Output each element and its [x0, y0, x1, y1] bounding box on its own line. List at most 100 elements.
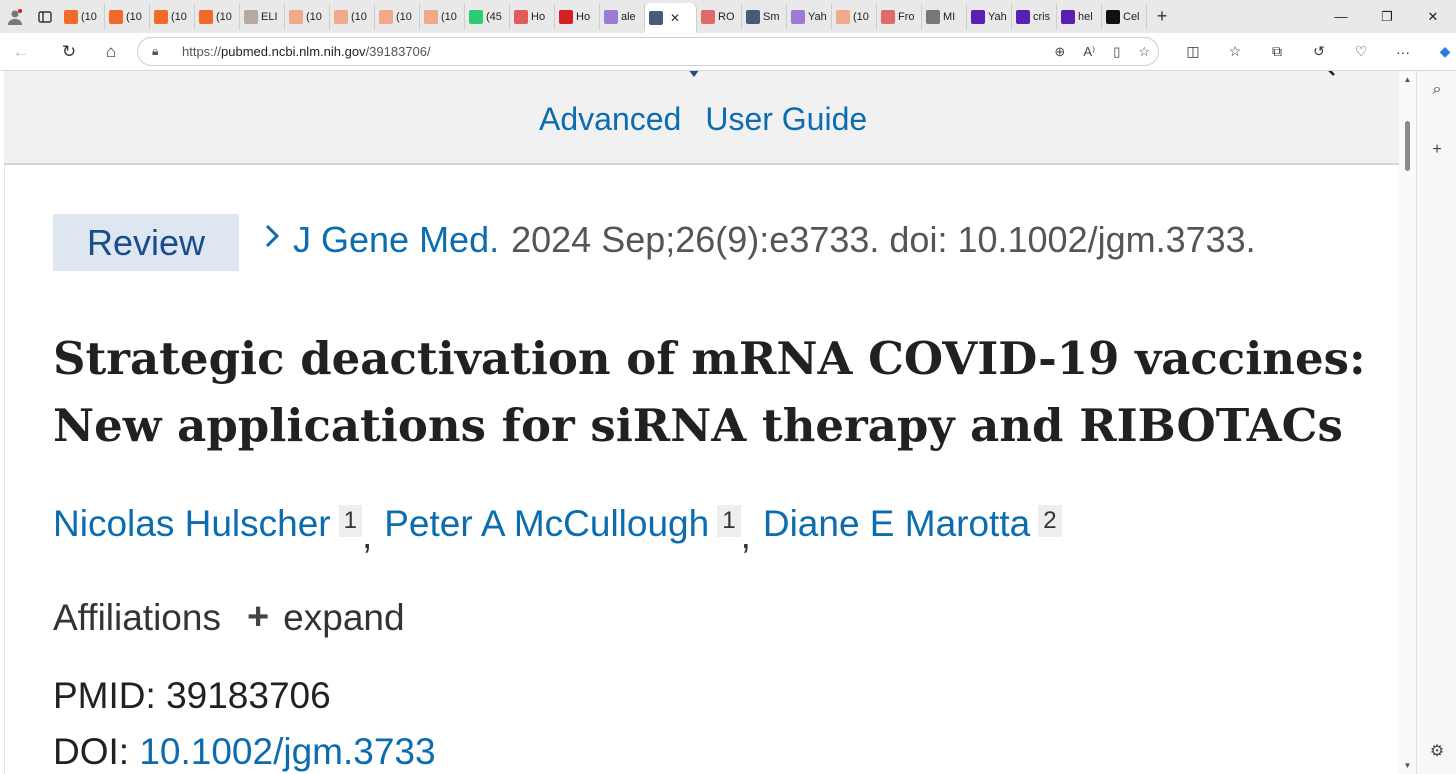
browser-tab[interactable]: (10 — [195, 3, 240, 30]
lock-icon[interactable]: 🔒︎ — [152, 44, 170, 59]
profile-icon[interactable] — [0, 0, 30, 33]
substack-icon — [334, 9, 348, 24]
plus-icon[interactable]: + — [247, 596, 269, 639]
browser-tab[interactable]: hel — [1057, 3, 1102, 30]
browser-tab[interactable]: RO — [697, 3, 742, 30]
history-icon[interactable]: ↺ — [1298, 43, 1340, 60]
title-line-1: Strategic deactivation of mRNA COVID-19 … — [53, 332, 1366, 385]
pmid-line: PMID: 39183706 — [53, 675, 331, 717]
substack-icon — [199, 9, 213, 24]
address-input[interactable]: 🔒︎ https://pubmed.ncbi.nlm.nih.gov/39183… — [137, 37, 1159, 66]
tab-label: Ho — [576, 10, 591, 23]
browser-tab[interactable]: Ho — [510, 3, 555, 30]
tab-label: (10 — [126, 10, 142, 23]
home-button[interactable]: ⌂ — [90, 42, 132, 62]
yahoo-icon — [1016, 9, 1030, 24]
advanced-search-link[interactable]: Advanced — [539, 101, 681, 138]
rumble-icon — [746, 9, 760, 24]
sidebar-settings-icon[interactable]: ⚙ — [1417, 741, 1456, 761]
author-link[interactable]: Diane E Marotta — [763, 503, 1030, 545]
yahoo-icon — [791, 9, 805, 24]
browser-tab[interactable]: (45 — [465, 3, 510, 30]
browser-tab[interactable]: Fro — [877, 3, 922, 30]
citation-text: 2024 Sep;26(9):e3733. doi: 10.1002/jgm.3… — [511, 219, 1256, 260]
browser-tab[interactable]: Cel — [1102, 3, 1147, 30]
user-guide-link[interactable]: User Guide — [705, 101, 867, 138]
affiliation-ref[interactable]: 1 — [717, 505, 741, 537]
author-separator: , — [361, 515, 373, 556]
browser-tab[interactable]: MI — [922, 3, 967, 30]
author-link[interactable]: Peter A McCullough — [384, 503, 709, 545]
browser-tab[interactable]: Yah — [787, 3, 832, 30]
address-bar-row: ← ↻ ⌂ 🔒︎ https://pubmed.ncbi.nlm.nih.gov… — [0, 33, 1456, 71]
close-tab-icon[interactable]: ✕ — [670, 11, 680, 25]
substack-icon — [424, 9, 438, 24]
browser-tab[interactable]: (10 — [330, 3, 375, 30]
journal-link[interactable]: J Gene Med. — [293, 219, 499, 261]
favorites-icon[interactable]: ☆ — [1214, 43, 1256, 60]
author-link[interactable]: Nicolas Hulscher — [53, 503, 331, 545]
citation-line: J Gene Med. 2024 Sep;26(9):e3733. doi: 1… — [263, 219, 1256, 261]
browser-tab[interactable]: ale — [600, 3, 645, 30]
browser-essentials-icon[interactable]: ♡ — [1340, 43, 1382, 60]
browser-tab[interactable]: (10 — [832, 3, 877, 30]
pmid-value: 39183706 — [166, 675, 331, 716]
collections-icon[interactable]: ⧉ — [1256, 43, 1298, 60]
site-header: Advanced User Guide — [4, 71, 1399, 165]
back-button[interactable]: ← — [0, 42, 42, 62]
tab-label: Fro — [898, 10, 915, 23]
tab-label: cris — [1033, 10, 1051, 23]
doi-line: DOI: 10.1002/jgm.3733 — [53, 731, 436, 773]
doi-link[interactable]: 10.1002/jgm.3733 — [139, 731, 435, 772]
browser-tab[interactable]: (10 — [420, 3, 465, 30]
read-aloud-icon[interactable]: A⁾ — [1083, 44, 1095, 60]
browser-tab[interactable]: Yah — [967, 3, 1012, 30]
chevron-right-icon[interactable] — [263, 222, 281, 258]
split-screen-icon[interactable]: ◫ — [1172, 43, 1214, 60]
browser-tab[interactable]: ELI — [240, 3, 285, 30]
tab-label: ELI — [261, 10, 278, 23]
youtube-icon — [701, 9, 715, 24]
scroll-up-icon[interactable]: ▲ — [1399, 75, 1416, 84]
zoom-icon[interactable]: ⊕ — [1054, 44, 1065, 60]
tab-label: (10 — [81, 10, 97, 23]
affiliations-label: Affiliations — [53, 596, 221, 638]
scroll-down-icon[interactable]: ▼ — [1399, 761, 1416, 770]
browser-tab[interactable]: cris — [1012, 3, 1057, 30]
immersive-reader-icon[interactable]: ▯ — [1113, 44, 1120, 60]
close-window-icon[interactable]: ✕ — [1410, 0, 1456, 33]
browser-tab[interactable]: Ho — [555, 3, 600, 30]
page-scrollbar[interactable]: ▲ ▼ — [1399, 71, 1416, 774]
tab-actions-icon[interactable] — [30, 0, 60, 33]
browser-tab[interactable]: (10 — [105, 3, 150, 30]
browser-tab[interactable]: (10 — [60, 3, 105, 30]
tab-strip: (10 (10 (10 (10 ELI (10 (10 (10 (10 (45 Ho Ho ale ✕ RO… — [0, 0, 1456, 33]
sidebar-search-icon[interactable]: ⌕ — [1417, 81, 1456, 99]
scrollbar-thumb[interactable] — [1405, 121, 1410, 171]
more-options-icon[interactable]: ··· — [1382, 44, 1424, 60]
mic-icon — [514, 9, 528, 24]
substack-icon — [64, 9, 78, 24]
expand-label[interactable]: expand — [283, 597, 404, 639]
browser-tab[interactable]: (10 — [285, 3, 330, 30]
search-icon[interactable] — [1322, 71, 1338, 84]
substack-icon — [154, 9, 168, 24]
refresh-button[interactable]: ↻ — [48, 42, 90, 62]
url-text[interactable]: https://pubmed.ncbi.nlm.nih.gov/39183706… — [182, 44, 431, 59]
sidebar-add-icon[interactable]: + — [1417, 141, 1456, 159]
affiliations-toggle[interactable]: Affiliations + expand — [53, 596, 405, 639]
favorite-star-icon[interactable]: ☆ — [1138, 44, 1150, 60]
article-content: Review J Gene Med. 2024 Sep;26(9):e3733.… — [4, 165, 1399, 774]
minimize-icon[interactable]: — — [1318, 0, 1364, 33]
pubmed-logo[interactable] — [504, 71, 864, 77]
browser-tab[interactable]: ✕ — [645, 3, 697, 33]
copilot-icon[interactable]: ◆ — [1424, 43, 1456, 60]
restore-icon[interactable]: ❐ — [1364, 0, 1410, 33]
affiliation-ref[interactable]: 1 — [338, 505, 362, 537]
tab-label: hel — [1078, 10, 1093, 23]
affiliation-ref[interactable]: 2 — [1038, 505, 1062, 537]
browser-tab[interactable]: Sm — [742, 3, 787, 30]
new-tab-button[interactable]: + — [1147, 6, 1177, 27]
browser-tab[interactable]: (10 — [375, 3, 420, 30]
browser-tab[interactable]: (10 — [150, 3, 195, 30]
